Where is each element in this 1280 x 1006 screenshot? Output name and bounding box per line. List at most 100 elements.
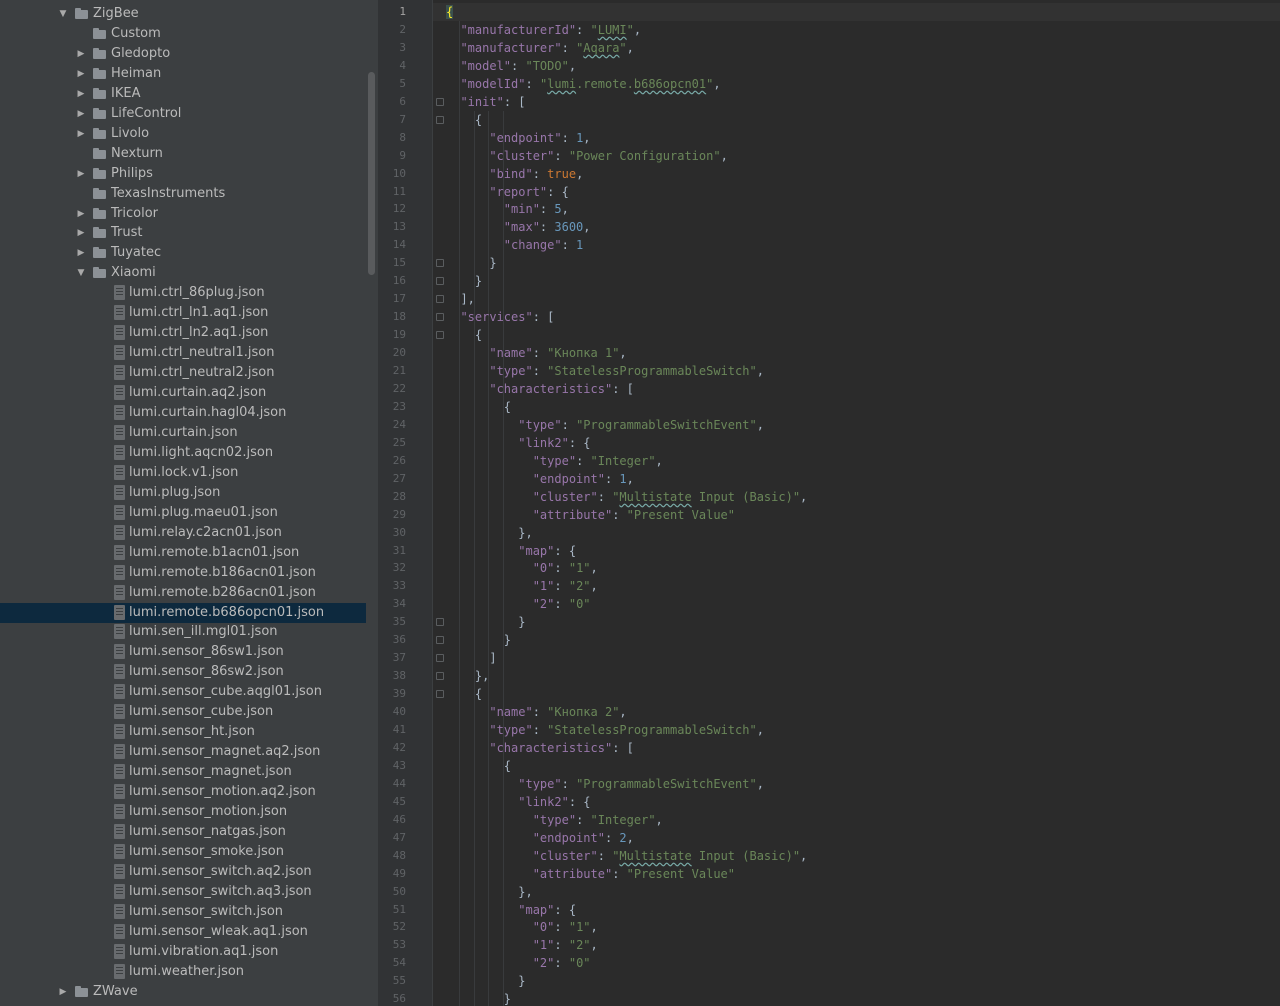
tree-file-row[interactable]: lumi.sensor_switch.aq3.json <box>0 882 366 902</box>
tree-folder-row[interactable]: ▶ Philips <box>0 164 366 184</box>
code-line[interactable]: "cluster": "Multistate Input (Basic)", <box>446 847 808 865</box>
code-line[interactable]: "model": "TODO", <box>446 57 576 75</box>
code-line[interactable]: ] <box>446 649 496 667</box>
code-line[interactable]: "cluster": "Power Configuration", <box>446 147 727 165</box>
tree-file-row[interactable]: lumi.sensor_switch.aq2.json <box>0 862 366 882</box>
fold-marker-icon[interactable] <box>436 618 444 627</box>
tree-file-row[interactable]: lumi.light.aqcn02.json <box>0 443 366 463</box>
code-line[interactable]: } <box>446 631 511 649</box>
tree-file-row[interactable]: lumi.sensor_wleak.aq1.json <box>0 922 366 942</box>
code-line[interactable]: { <box>446 326 482 344</box>
code-line[interactable]: "manufacturerId": "LUMI", <box>446 21 641 39</box>
code-line[interactable]: } <box>446 990 511 1006</box>
triangle-down-icon[interactable]: ▼ <box>76 263 86 283</box>
triangle-right-icon[interactable]: ▶ <box>76 243 86 263</box>
tree-file-row[interactable]: lumi.sensor_magnet.json <box>0 762 366 782</box>
triangle-right-icon[interactable]: ▶ <box>76 204 86 224</box>
tree-file-row[interactable]: lumi.sensor_ht.json <box>0 722 366 742</box>
code-line[interactable]: "attribute": "Present Value" <box>446 506 735 524</box>
triangle-right-icon[interactable]: ▶ <box>76 64 86 84</box>
code-line[interactable]: "type": "Integer", <box>446 452 663 470</box>
code-line[interactable]: ], <box>446 290 474 308</box>
triangle-right-icon[interactable]: ▶ <box>76 44 86 64</box>
code-line[interactable]: "endpoint": 1, <box>446 129 590 147</box>
code-line[interactable]: "max": 3600, <box>446 218 591 236</box>
tree-file-row[interactable]: lumi.sensor_cube.aqgl01.json <box>0 682 366 702</box>
code-line[interactable]: "link2": { <box>446 434 590 452</box>
code-line[interactable]: "report": { <box>446 183 568 201</box>
tree-file-row[interactable]: lumi.ctrl_ln2.aq1.json <box>0 323 366 343</box>
tree-file-row[interactable]: lumi.relay.c2acn01.json <box>0 523 366 543</box>
code-line[interactable]: "cluster": "Multistate Input (Basic)", <box>446 488 808 506</box>
fold-marker-icon[interactable] <box>436 97 444 106</box>
tree-file-row[interactable]: lumi.ctrl_neutral1.json <box>0 343 366 363</box>
tree-file-row[interactable]: lumi.plug.maeu01.json <box>0 503 366 523</box>
fold-marker-icon[interactable] <box>436 295 444 304</box>
code-line[interactable]: "characteristics": [ <box>446 380 634 398</box>
tree-folder-row[interactable]: ▶ IKEA <box>0 84 366 104</box>
code-line[interactable]: { <box>446 111 482 129</box>
tree-file-row[interactable]: lumi.sensor_natgas.json <box>0 822 366 842</box>
code-line[interactable]: "services": [ <box>446 308 554 326</box>
triangle-right-icon[interactable]: ▶ <box>58 982 68 1002</box>
code-line[interactable]: "name": "Кнопка 2", <box>446 703 626 721</box>
tree-file-row[interactable]: lumi.vibration.aq1.json <box>0 942 366 962</box>
code-line[interactable]: "type": "Integer", <box>446 811 663 829</box>
tree-file-row[interactable]: lumi.remote.b286acn01.json <box>0 583 366 603</box>
tree-folder-row[interactable]: Nexturn <box>0 144 366 164</box>
tree-file-row[interactable]: lumi.curtain.aq2.json <box>0 383 366 403</box>
tree-file-row[interactable]: lumi.ctrl_86plug.json <box>0 283 366 303</box>
code-line[interactable]: "characteristics": [ <box>446 739 634 757</box>
fold-marker-icon[interactable] <box>436 672 444 681</box>
triangle-right-icon[interactable]: ▶ <box>76 84 86 104</box>
tree-file-row[interactable]: lumi.remote.b686opcn01.json <box>0 602 366 623</box>
tree-folder-row[interactable]: Custom <box>0 24 366 44</box>
code-line[interactable]: "change": 1 <box>446 236 583 254</box>
tree-file-row[interactable]: lumi.remote.b186acn01.json <box>0 563 366 583</box>
code-line[interactable]: "map": { <box>446 901 576 919</box>
code-line[interactable]: "name": "Кнопка 1", <box>446 344 626 362</box>
tree-file-row[interactable]: lumi.lock.v1.json <box>0 463 366 483</box>
code-line[interactable]: "2": "0" <box>446 595 591 613</box>
code-line[interactable]: "link2": { <box>446 793 590 811</box>
tree-folder-row[interactable]: ▶ ZWave <box>0 982 366 1002</box>
tree-folder-row[interactable]: ▶ Trust <box>0 223 366 243</box>
tree-folder-row[interactable]: ▶ LifeControl <box>0 104 366 124</box>
tree-file-row[interactable]: lumi.sensor_86sw2.json <box>0 662 366 682</box>
triangle-right-icon[interactable]: ▶ <box>76 164 86 184</box>
code-line[interactable]: "0": "1", <box>446 559 598 577</box>
tree-file-row[interactable]: lumi.curtain.json <box>0 423 366 443</box>
tree-scrollbar[interactable] <box>368 72 375 275</box>
tree-file-row[interactable]: lumi.sensor_cube.json <box>0 702 366 722</box>
fold-marker-icon[interactable] <box>436 313 444 322</box>
tree-folder-row[interactable]: ▶ Tricolor <box>0 204 366 224</box>
code-line[interactable]: "type": "StatelessProgrammableSwitch", <box>446 362 764 380</box>
code-line[interactable]: }, <box>446 524 532 542</box>
code-line[interactable]: "attribute": "Present Value" <box>446 865 735 883</box>
code-line[interactable]: } <box>446 254 496 272</box>
tree-file-row[interactable]: lumi.remote.b1acn01.json <box>0 543 366 563</box>
code-line[interactable]: "modelId": "lumi.remote.b686opcn01", <box>446 75 720 93</box>
tree-file-row[interactable]: lumi.sensor_86sw1.json <box>0 642 366 662</box>
tree-file-row[interactable]: lumi.sensor_smoke.json <box>0 842 366 862</box>
code-line[interactable]: "init": [ <box>446 93 525 111</box>
code-line[interactable]: "1": "2", <box>446 577 598 595</box>
tree-folder-row[interactable]: ▼ Xiaomi <box>0 263 366 283</box>
triangle-down-icon[interactable]: ▼ <box>58 4 68 24</box>
code-line[interactable]: "map": { <box>446 542 576 560</box>
triangle-right-icon[interactable]: ▶ <box>76 223 86 243</box>
code-editor[interactable]: 1 2 3 4 5 6 7 8 9 10 11 12 13 14 15 16 17 18 19 20 21 22 23 24 2… <box>378 0 1280 1006</box>
tree-file-row[interactable]: lumi.sensor_switch.json <box>0 902 366 922</box>
code-line[interactable]: "endpoint": 1, <box>446 470 634 488</box>
code-line[interactable]: "2": "0" <box>446 954 591 972</box>
tree-file-row[interactable]: lumi.ctrl_neutral2.json <box>0 363 366 383</box>
tree-folder-row[interactable]: TexasInstruments <box>0 184 366 204</box>
tree-folder-row[interactable]: ▼ ZigBee <box>0 4 366 24</box>
tree-file-row[interactable]: lumi.sensor_motion.json <box>0 802 366 822</box>
code-line[interactable]: "type": "ProgrammableSwitchEvent", <box>446 775 764 793</box>
triangle-right-icon[interactable]: ▶ <box>76 124 86 144</box>
tree-file-row[interactable]: lumi.weather.json <box>0 962 366 982</box>
code-line[interactable]: "manufacturer": "Aqara", <box>446 39 633 57</box>
code-line[interactable]: "type": "StatelessProgrammableSwitch", <box>446 721 764 739</box>
code-line[interactable]: } <box>446 272 482 290</box>
